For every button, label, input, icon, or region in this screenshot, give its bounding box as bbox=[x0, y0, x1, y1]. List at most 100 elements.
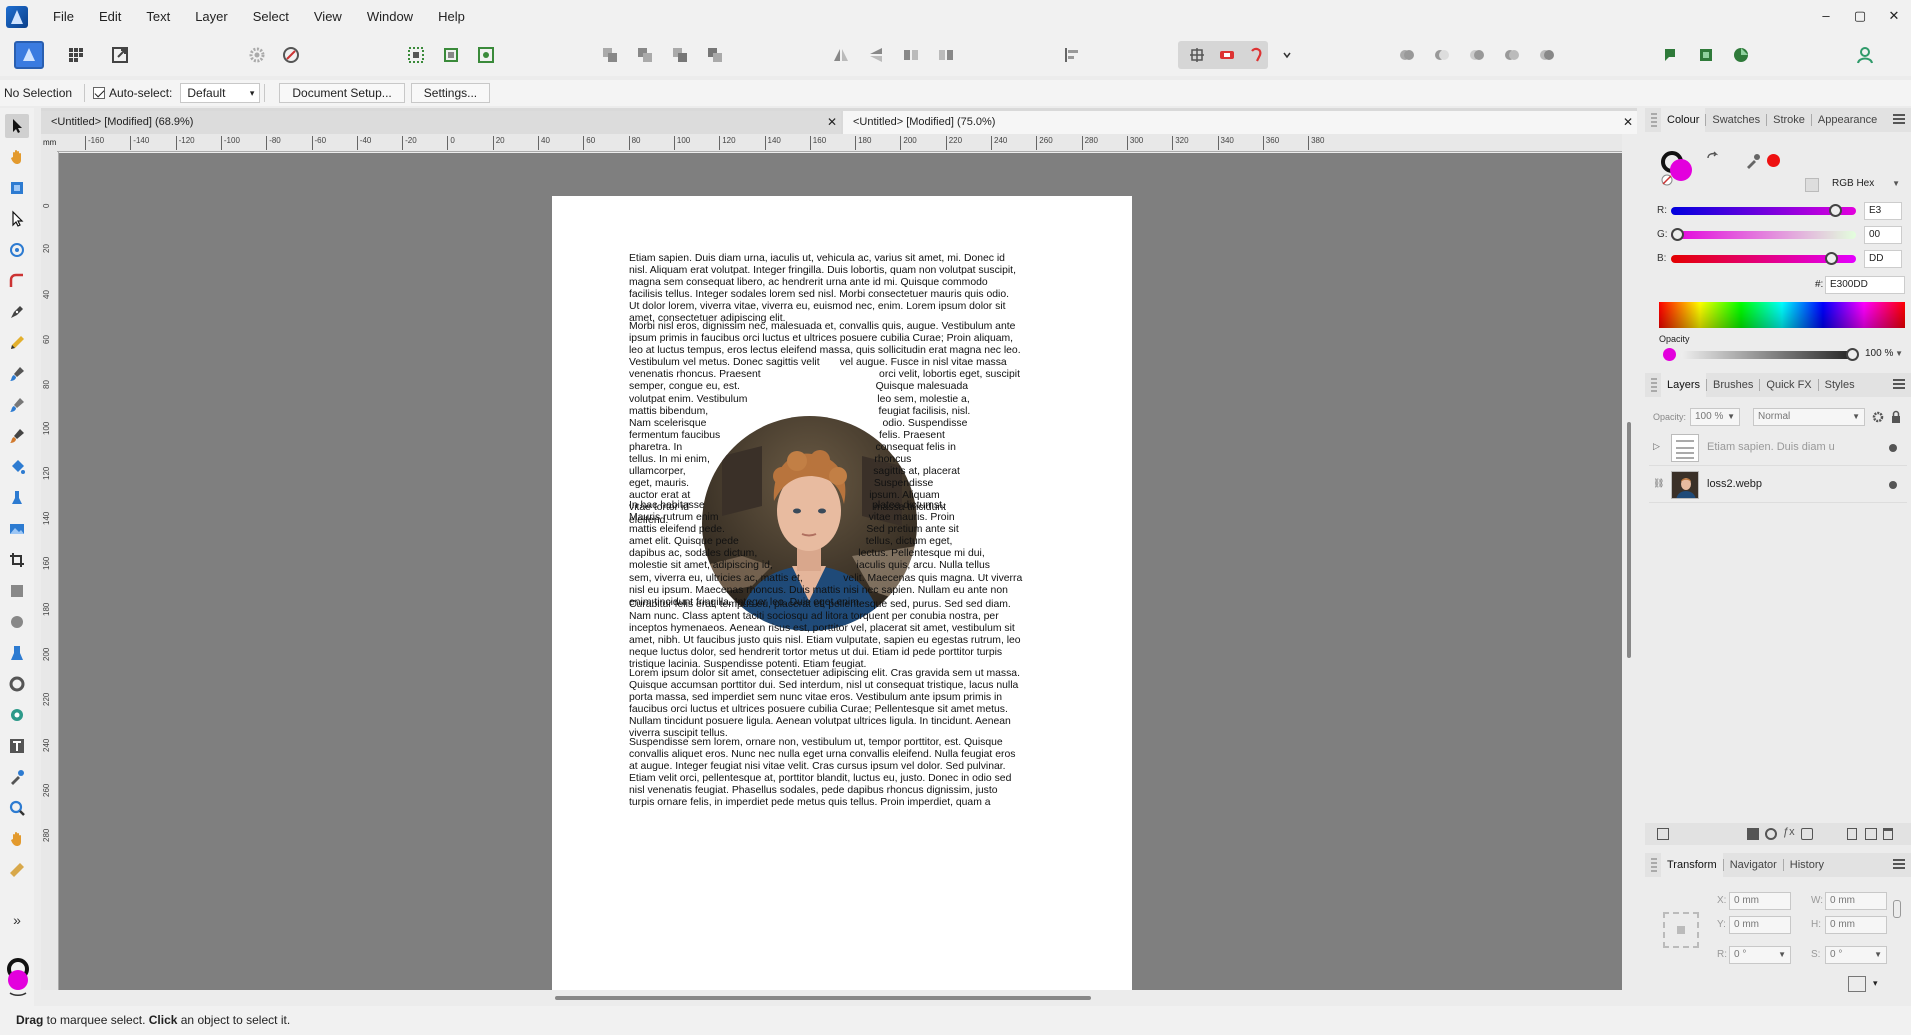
slider-knob[interactable] bbox=[1829, 204, 1843, 217]
layer-options-icon[interactable] bbox=[1657, 828, 1669, 840]
horizontal-ruler[interactable]: -160 -140 -120 -100 -80 -60 -40 -20 0 20 40 60 80 100… bbox=[57, 134, 1637, 152]
add-layer-icon[interactable] bbox=[1847, 828, 1857, 840]
picked-color-swatch[interactable] bbox=[1767, 154, 1780, 167]
paint-brush-tool[interactable] bbox=[5, 424, 29, 448]
document-tab-1[interactable]: <Untitled> [Modified] (68.9%) ✕ bbox=[41, 111, 841, 134]
gradient-tool[interactable] bbox=[5, 486, 29, 510]
insert-inside-button[interactable] bbox=[1656, 41, 1686, 69]
boolean-intersect-button[interactable] bbox=[1462, 41, 1492, 69]
move-back-one-button[interactable] bbox=[630, 41, 660, 69]
transparency-tool[interactable] bbox=[5, 641, 29, 665]
eyedropper-icon[interactable] bbox=[1744, 152, 1762, 170]
menu-file[interactable]: File bbox=[42, 0, 88, 34]
gear-icon[interactable] bbox=[1871, 410, 1885, 424]
canvas-area[interactable]: Etiam sapien. Duis diam urna, iaculis ut… bbox=[59, 153, 1622, 990]
vertical-scrollbar[interactable] bbox=[1622, 134, 1637, 990]
tab-history[interactable]: History bbox=[1784, 853, 1830, 877]
menu-layer[interactable]: Layer bbox=[184, 0, 242, 34]
y-input[interactable]: 0 mm bbox=[1729, 916, 1791, 934]
panel-menu-icon[interactable] bbox=[1893, 379, 1905, 389]
colour-spectrum[interactable] bbox=[1659, 302, 1905, 328]
account-button[interactable] bbox=[1850, 41, 1880, 69]
node-tool[interactable] bbox=[5, 207, 29, 231]
blue-slider[interactable] bbox=[1671, 252, 1856, 265]
document-page[interactable]: Etiam sapien. Duis diam urna, iaculis ut… bbox=[552, 196, 1132, 990]
donut-tool[interactable] bbox=[5, 672, 29, 696]
select-none-button[interactable] bbox=[436, 41, 466, 69]
boolean-divide-button[interactable] bbox=[1532, 41, 1562, 69]
menu-view[interactable]: View bbox=[303, 0, 356, 34]
chain-icon[interactable]: ⛓ bbox=[1653, 478, 1664, 489]
select-all-button[interactable] bbox=[401, 41, 431, 69]
crop-tool[interactable] bbox=[5, 548, 29, 572]
menu-text[interactable]: Text bbox=[135, 0, 184, 34]
slider-knob[interactable] bbox=[1846, 348, 1859, 361]
group-icon[interactable] bbox=[1865, 828, 1877, 840]
close-window-button[interactable]: ✕ bbox=[1877, 0, 1911, 34]
green-slider[interactable] bbox=[1671, 228, 1856, 241]
rotate-right-button[interactable] bbox=[931, 41, 961, 69]
menu-select[interactable]: Select bbox=[242, 0, 303, 34]
opacity-dropdown[interactable]: 100 % ▼ bbox=[1861, 346, 1907, 364]
blend-mode-dropdown[interactable]: Normal ▼ bbox=[1753, 408, 1865, 426]
opacity-slider[interactable] bbox=[1681, 348, 1859, 361]
rectangle-tool[interactable] bbox=[5, 579, 29, 603]
fill-stroke-selector[interactable] bbox=[1659, 148, 1699, 188]
hex-input[interactable]: E300DD bbox=[1825, 276, 1905, 294]
green-value-input[interactable]: 00 bbox=[1864, 226, 1902, 244]
insert-top-button[interactable] bbox=[1726, 41, 1756, 69]
autoselect-dropdown[interactable]: Default ▾ bbox=[180, 83, 261, 103]
chevron-down-icon[interactable]: ▾ bbox=[1873, 978, 1878, 989]
h-input[interactable]: 0 mm bbox=[1825, 916, 1887, 934]
w-input[interactable]: 0 mm bbox=[1825, 892, 1887, 910]
settings-button[interactable]: Settings... bbox=[410, 83, 491, 103]
tab-navigator[interactable]: Navigator bbox=[1724, 853, 1783, 877]
fx-icon[interactable]: ƒx bbox=[1783, 826, 1795, 838]
visibility-dot-icon[interactable] bbox=[1889, 444, 1897, 452]
ruler-unit[interactable]: mm bbox=[41, 134, 57, 152]
mask-icon[interactable] bbox=[1747, 828, 1759, 840]
scroll-thumb[interactable] bbox=[1627, 422, 1631, 658]
export-persona-button[interactable] bbox=[105, 41, 135, 69]
red-value-input[interactable]: E3 bbox=[1864, 202, 1902, 220]
settings-gear-button[interactable] bbox=[242, 41, 272, 69]
align-button[interactable] bbox=[1057, 41, 1087, 69]
fill-tool[interactable] bbox=[5, 393, 29, 417]
corner-tool[interactable] bbox=[5, 269, 29, 293]
lock-icon[interactable] bbox=[1890, 410, 1902, 424]
more-tools-expander[interactable]: » bbox=[5, 908, 29, 932]
move-tool[interactable] bbox=[5, 114, 29, 138]
invert-selection-button[interactable] bbox=[471, 41, 501, 69]
panel-menu-icon[interactable] bbox=[1893, 114, 1905, 124]
tab-quick-fx[interactable]: Quick FX bbox=[1760, 373, 1817, 397]
flip-vertical-button[interactable] bbox=[861, 41, 891, 69]
layer-row-image[interactable]: ⛓ loss2.webp bbox=[1649, 467, 1907, 503]
snap-grid-button[interactable] bbox=[1182, 41, 1212, 69]
rotation-dropdown[interactable]: 0 ° ▼ bbox=[1729, 946, 1791, 964]
scroll-thumb[interactable] bbox=[555, 996, 1091, 1000]
view-tool[interactable] bbox=[5, 145, 29, 169]
snap-toggle-button[interactable] bbox=[1212, 41, 1242, 69]
blue-value-input[interactable]: DD bbox=[1864, 250, 1902, 268]
x-input[interactable]: 0 mm bbox=[1729, 892, 1791, 910]
tab-appearance[interactable]: Appearance bbox=[1812, 108, 1883, 132]
shear-dropdown[interactable]: 0 ° ▼ bbox=[1825, 946, 1887, 964]
text-tool[interactable] bbox=[5, 734, 29, 758]
menu-window[interactable]: Window bbox=[356, 0, 427, 34]
fill-stroke-swatch[interactable] bbox=[4, 955, 32, 997]
tab-layers[interactable]: Layers bbox=[1661, 373, 1707, 397]
boolean-add-button[interactable] bbox=[1392, 41, 1422, 69]
ellipse-tool[interactable] bbox=[5, 610, 29, 634]
zoom-tool[interactable] bbox=[5, 796, 29, 820]
expand-arrow-icon[interactable]: ▷ bbox=[1653, 441, 1660, 452]
menu-help[interactable]: Help bbox=[427, 0, 479, 34]
tab-brushes[interactable]: Brushes bbox=[1707, 373, 1759, 397]
horizontal-scrollbar[interactable] bbox=[41, 990, 1637, 1006]
snap-undo-button[interactable] bbox=[1242, 41, 1272, 69]
swap-colors-icon[interactable] bbox=[1705, 150, 1721, 166]
menu-edit[interactable]: Edit bbox=[88, 0, 135, 34]
hand-tool[interactable] bbox=[5, 827, 29, 851]
lock-icon[interactable] bbox=[1805, 178, 1819, 192]
trash-icon[interactable] bbox=[1883, 828, 1893, 840]
vertical-ruler[interactable]: 0 20 40 60 80 100 120 140 160 180 200 220 240 260 280 bbox=[41, 152, 59, 990]
